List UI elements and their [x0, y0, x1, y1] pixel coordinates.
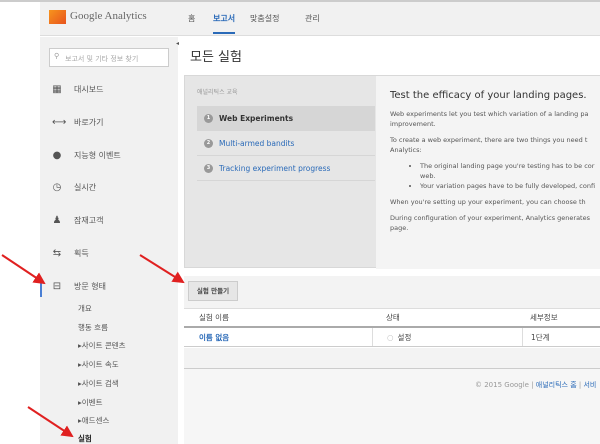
annotation-arrows — [1, 254, 185, 438]
red-arrow-behavior — [1, 254, 46, 285]
red-arrow-experiments — [27, 406, 74, 438]
red-arrow-create-button — [139, 254, 185, 284]
